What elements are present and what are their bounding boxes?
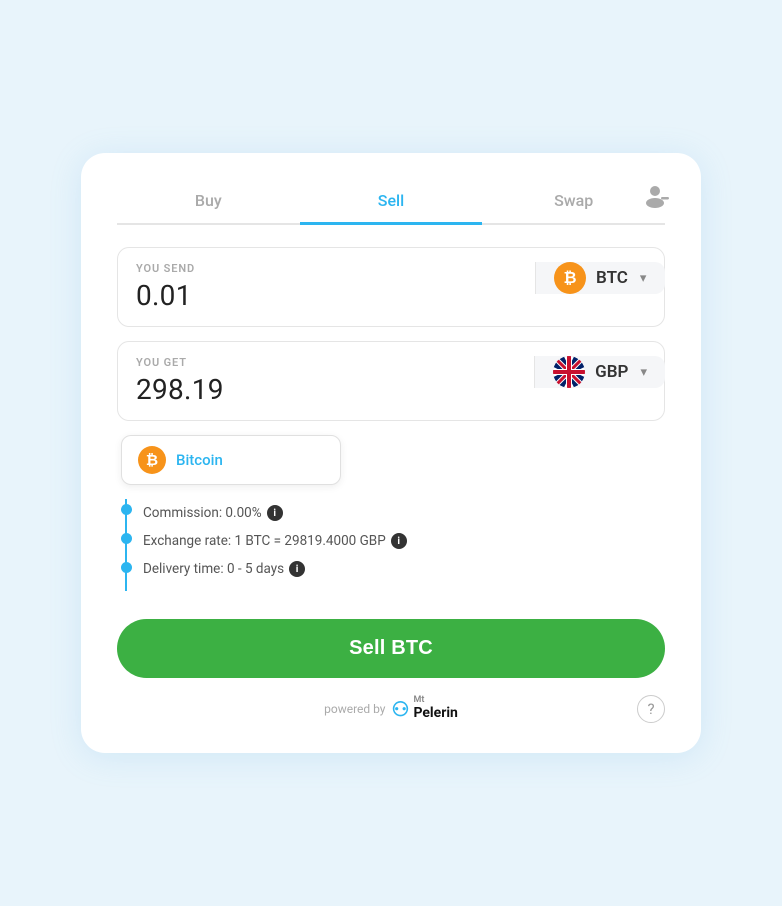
- send-field-box: YOU SEND 0.01 ₿ BTC ▾: [117, 247, 665, 327]
- send-value[interactable]: 0.01: [136, 279, 535, 312]
- btc-icon: ₿: [554, 262, 586, 294]
- send-currency-selector[interactable]: ₿ BTC ▾: [535, 262, 665, 294]
- get-label: YOU GET: [136, 356, 534, 369]
- delivery-time-row: Delivery time: 0 - 5 days i: [143, 555, 665, 583]
- pelerin-name: Pelerin: [413, 705, 457, 721]
- sell-button[interactable]: Sell BTC: [117, 619, 665, 678]
- exchange-rate-text: Exchange rate: 1 BTC = 29819.4000 GBP: [143, 533, 386, 549]
- exchange-rate-row: Exchange rate: 1 BTC = 29819.4000 GBP i: [143, 527, 665, 555]
- get-currency-selector[interactable]: GBP ▾: [534, 356, 665, 388]
- main-card: Buy Sell Swap YOU SEND 0.01 ₿ BTC ▾ YOU …: [81, 153, 701, 753]
- pelerin-icon: ⚇: [392, 697, 410, 721]
- gbp-flag-icon: [553, 356, 585, 388]
- mt-text: Mt: [413, 696, 457, 705]
- get-currency-label: GBP: [595, 362, 628, 382]
- send-field-left: YOU SEND 0.01: [136, 262, 535, 312]
- send-currency-label: BTC: [596, 268, 628, 288]
- timeline-line-col: [117, 499, 135, 591]
- timeline-dot-2: [121, 533, 132, 544]
- commission-info-icon[interactable]: i: [267, 505, 283, 521]
- timeline-dot-1: [121, 504, 132, 515]
- powered-by-text: powered by: [324, 702, 385, 716]
- send-chevron-icon: ▾: [640, 271, 647, 286]
- tab-bar: Buy Sell Swap: [117, 181, 665, 225]
- get-value[interactable]: 298.19: [136, 373, 534, 406]
- commission-text: Commission: 0.00%: [143, 505, 262, 521]
- dropdown-bitcoin-label: Bitcoin: [176, 451, 223, 469]
- bitcoin-dropdown-option[interactable]: ₿ Bitcoin: [121, 435, 341, 485]
- powered-by-area: powered by ⚇ Mt Pelerin: [324, 696, 458, 721]
- timeline-content: Commission: 0.00% i Exchange rate: 1 BTC…: [135, 499, 665, 591]
- timeline-dot-3: [121, 562, 132, 573]
- tab-swap[interactable]: Swap: [482, 181, 665, 225]
- get-chevron-icon: ▾: [640, 365, 647, 380]
- exchange-rate-info-icon[interactable]: i: [391, 533, 407, 549]
- delivery-time-text: Delivery time: 0 - 5 days: [143, 561, 284, 577]
- commission-row: Commission: 0.00% i: [143, 499, 665, 527]
- pelerin-logo: ⚇ Mt Pelerin: [392, 696, 458, 721]
- info-timeline: Commission: 0.00% i Exchange rate: 1 BTC…: [117, 499, 665, 591]
- dropdown-btc-icon: ₿: [138, 446, 166, 474]
- get-field-box: YOU GET 298.19: [117, 341, 665, 421]
- help-button[interactable]: ?: [637, 695, 665, 723]
- delivery-info-icon[interactable]: i: [289, 561, 305, 577]
- footer: powered by ⚇ Mt Pelerin ?: [117, 696, 665, 721]
- tab-sell[interactable]: Sell: [300, 181, 483, 225]
- tab-buy[interactable]: Buy: [117, 181, 300, 225]
- send-section: YOU SEND 0.01 ₿ BTC ▾ YOU GET 298.19: [117, 247, 665, 421]
- get-field-left: YOU GET 298.19: [136, 356, 534, 406]
- send-label: YOU SEND: [136, 262, 535, 275]
